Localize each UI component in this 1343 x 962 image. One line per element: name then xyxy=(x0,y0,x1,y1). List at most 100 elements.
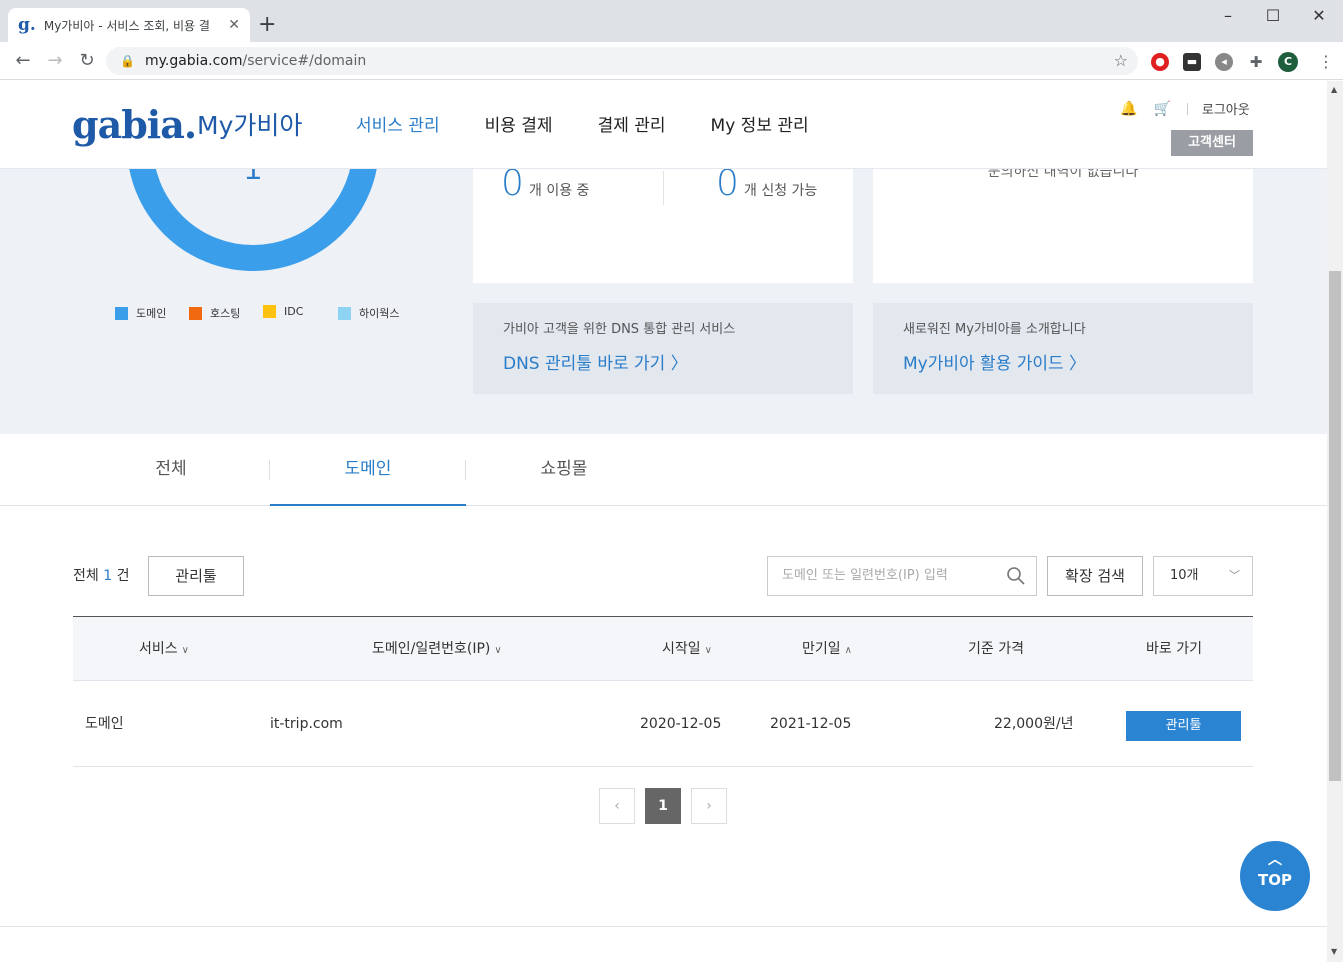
tab-domain[interactable]: 도메인 xyxy=(270,434,466,506)
close-tab-icon[interactable]: ✕ xyxy=(228,17,240,33)
minimize-icon[interactable]: – xyxy=(1205,4,1251,28)
guide-link[interactable]: My가비아 활용 가이드 〉 xyxy=(903,353,1223,375)
chevron-down-icon: ﹀ xyxy=(1229,569,1240,582)
nav-my-info[interactable]: My 정보 관리 xyxy=(711,115,809,137)
main-nav: 서비스 관리 비용 결제 결제 관리 My 정보 관리 xyxy=(356,115,854,137)
tab-shopping-mall[interactable]: 쇼핑몰 xyxy=(466,434,662,506)
util-divider xyxy=(1186,102,1188,115)
col-shortcut: 바로 가기 xyxy=(1146,641,1202,657)
dns-card-desc: 가비아 고객을 위한 DNS 통합 관리 서비스 xyxy=(503,322,736,337)
gabia-favicon-icon: g. xyxy=(18,15,36,35)
in-use-count: 0 xyxy=(501,163,524,204)
page-size-value: 10개 xyxy=(1170,568,1199,583)
row-manage-tool-button[interactable]: 관리툴 xyxy=(1126,711,1241,741)
search-icon[interactable] xyxy=(1006,566,1026,586)
scrollbar-thumb[interactable] xyxy=(1329,271,1341,781)
legend-domain: 도메인 xyxy=(115,305,166,321)
legend-swatch-domain xyxy=(115,306,128,320)
customer-center-button[interactable]: 고객센터 xyxy=(1171,130,1253,156)
share-extension-icon[interactable]: ◂ xyxy=(1215,53,1233,71)
scroll-down-arrow-icon[interactable]: ▼ xyxy=(1331,947,1337,956)
search-placeholder: 도메인 또는 일련번호(IP) 입력 xyxy=(782,568,948,583)
legend-swatch-hiworks xyxy=(338,306,351,320)
bell-icon[interactable]: 🔔 xyxy=(1120,101,1137,117)
legend-swatch-hosting xyxy=(189,306,202,320)
next-page-button[interactable]: › xyxy=(691,788,727,824)
gabia-logo[interactable]: gabia. xyxy=(72,103,197,147)
scroll-top-button[interactable]: ︿ TOP xyxy=(1240,841,1310,911)
reload-icon[interactable]: ↻ xyxy=(76,50,98,72)
available-count: 0 xyxy=(716,163,739,204)
legend-swatch-idc xyxy=(263,305,276,318)
adblock-extension-icon[interactable]: ● xyxy=(1151,53,1169,71)
maximize-icon[interactable]: ☐ xyxy=(1250,4,1296,28)
browser-tab-strip: g. My가비아 - 서비스 조회, 비용 결 ✕ + – ☐ ✕ xyxy=(0,0,1343,42)
utility-menu: 🔔 🛒 로그아웃 xyxy=(1120,99,1250,119)
new-tab-icon[interactable]: + xyxy=(258,12,276,38)
col-service[interactable]: 서비스 ∨ xyxy=(139,617,189,683)
page-scrollbar[interactable]: ▲ ▼ xyxy=(1327,81,1343,962)
available-label: 개 신청 가능 xyxy=(744,183,818,199)
tab-title: My가비아 - 서비스 조회, 비용 결 xyxy=(43,18,210,33)
sort-up-icon: ∧ xyxy=(844,645,852,656)
table-header: 서비스 ∨ 도메인/일련번호(IP) ∨ 시작일 ∨ 만기일 ∧ 기준 가격 바로 가기 xyxy=(73,616,1253,681)
footer-divider xyxy=(0,926,1327,927)
total-count: 1 xyxy=(103,568,113,584)
lock-icon: 🔒 xyxy=(120,54,135,68)
cell-price: 22,000원/년 xyxy=(994,716,1074,732)
legend-idc: IDC xyxy=(263,305,303,318)
guide-card-desc: 새로워진 My가비아를 소개합니다 xyxy=(903,322,1086,337)
cell-end-date: 2021-12-05 xyxy=(770,716,852,732)
dns-card: 가비아 고객을 위한 DNS 통합 관리 서비스 DNS 관리툴 바로 가기 〉 xyxy=(473,303,853,394)
page-viewport: 1 도메인 호스팅 IDC 하이웍스 0 개 이용 중 0 개 신청 가능 문의… xyxy=(0,81,1327,962)
nav-service-management[interactable]: 서비스 관리 xyxy=(356,115,440,137)
profile-avatar[interactable]: C xyxy=(1278,52,1298,72)
incognito-extension-icon[interactable]: ▬ xyxy=(1183,53,1201,71)
site-header: gabia. My가비아 서비스 관리 비용 결제 결제 관리 My 정보 관리… xyxy=(0,81,1327,169)
dns-tool-link[interactable]: DNS 관리툴 바로 가기 〉 xyxy=(503,353,823,375)
my-gabia-title[interactable]: My가비아 xyxy=(197,111,302,141)
url-path: /service#/domain xyxy=(242,53,367,69)
cell-domain[interactable]: it-trip.com xyxy=(270,681,343,767)
col-domain[interactable]: 도메인/일련번호(IP) ∨ xyxy=(372,617,502,683)
total-count-label: 전체 1 건 xyxy=(73,568,130,584)
prev-page-button[interactable]: ‹ xyxy=(599,788,635,824)
search-input[interactable]: 도메인 또는 일련번호(IP) 입력 xyxy=(767,556,1037,596)
in-use-label: 개 이용 중 xyxy=(529,183,590,199)
advanced-search-button[interactable]: 확장 검색 xyxy=(1047,556,1143,596)
service-tabs: 전체 도메인 쇼핑몰 xyxy=(0,434,1327,506)
browser-toolbar: ← → ↻ 🔒 my.gabia.com/service#/domain ☆ ●… xyxy=(0,42,1343,80)
logout-link[interactable]: 로그아웃 xyxy=(1202,99,1250,118)
url-host: my.gabia.com xyxy=(144,53,243,69)
cart-icon[interactable]: 🛒 xyxy=(1153,101,1170,117)
col-price: 기준 가격 xyxy=(968,641,1024,657)
chevron-up-icon: ︿ xyxy=(1268,852,1282,868)
sort-down-icon: ∨ xyxy=(494,645,502,656)
top-label: TOP xyxy=(1258,871,1292,889)
legend-hosting: 호스팅 xyxy=(189,305,240,321)
window-close-icon[interactable]: ✕ xyxy=(1296,4,1342,28)
browser-menu-icon[interactable]: ⋮ xyxy=(1318,52,1334,71)
guide-card: 새로워진 My가비아를 소개합니다 My가비아 활용 가이드 〉 xyxy=(873,303,1253,394)
address-bar[interactable]: 🔒 my.gabia.com/service#/domain ☆ xyxy=(106,47,1138,75)
nav-payment[interactable]: 비용 결제 xyxy=(485,115,553,137)
manage-tool-button[interactable]: 관리툴 xyxy=(148,556,244,596)
col-start-date[interactable]: 시작일 ∨ xyxy=(662,617,712,683)
col-end-date[interactable]: 만기일 ∧ xyxy=(802,617,852,683)
nav-billing-management[interactable]: 결제 관리 xyxy=(598,115,666,137)
scroll-up-arrow-icon[interactable]: ▲ xyxy=(1331,85,1337,94)
page-1-button[interactable]: 1 xyxy=(645,788,681,824)
sort-down-icon: ∨ xyxy=(181,645,189,656)
page-size-select[interactable]: 10개 ﹀ xyxy=(1153,556,1253,596)
forward-icon[interactable]: → xyxy=(44,50,66,72)
count-divider xyxy=(663,171,664,205)
cell-service: 도메인 xyxy=(85,716,124,732)
sort-down-icon: ∨ xyxy=(704,645,712,656)
tab-all[interactable]: 전체 xyxy=(73,434,269,506)
browser-tab[interactable]: g. My가비아 - 서비스 조회, 비용 결 ✕ xyxy=(8,8,250,42)
back-icon[interactable]: ← xyxy=(12,50,34,72)
extensions-puzzle-icon[interactable]: ✚ xyxy=(1247,53,1265,71)
bookmark-star-icon[interactable]: ☆ xyxy=(1114,51,1128,70)
cell-start-date: 2020-12-05 xyxy=(640,716,722,732)
legend-hiworks: 하이웍스 xyxy=(338,305,399,321)
